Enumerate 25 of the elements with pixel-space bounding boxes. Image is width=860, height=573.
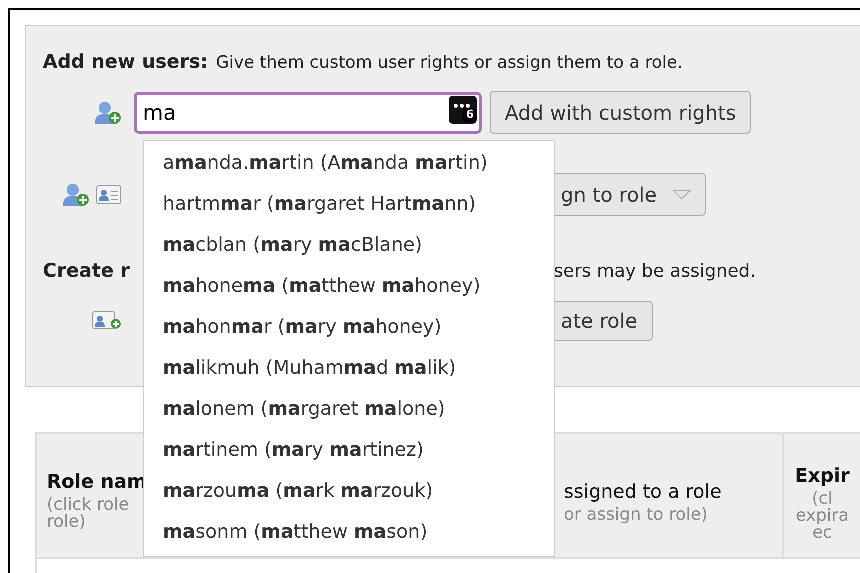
suggestion-item[interactable]: marzouma (mark marzouk) [144,471,554,512]
column-header: Expir [795,464,850,489]
add-user-icon [94,100,122,124]
column-hint: expira [796,508,850,524]
section-title: Add new users: [43,50,208,75]
id-card-icon [96,184,122,204]
column-hint: (click role [47,496,130,514]
add-contact-card-icon [92,311,122,331]
add-custom-rights-button[interactable]: Add with custom rights [490,91,752,134]
suggestion-item[interactable]: malikmuh (Muhammad malik) [144,348,554,389]
add-user-icon [62,182,90,206]
column-header: ssigned to a role [564,480,722,505]
caret-icon [673,190,692,200]
column-hint: (cl [812,490,833,508]
suggestion-item[interactable]: masonm (matthew mason) [144,512,554,553]
suggestion-item[interactable]: martinem (mary martinez) [144,430,554,471]
section-description: sers may be assigned. [554,260,756,284]
suggestion-item[interactable]: macblan (mary macBlane) [144,225,554,266]
suggestion-item[interactable]: malonem (margaret malone) [144,389,554,430]
count-badge: 6 [463,108,477,122]
section-title: Create r [43,258,131,284]
column-hint: ec [812,524,832,542]
column-hint: role) [47,514,86,530]
column-hint: or assign to role) [564,506,708,524]
section-description: Give them custom user rights or assign them to a role. [216,52,683,75]
